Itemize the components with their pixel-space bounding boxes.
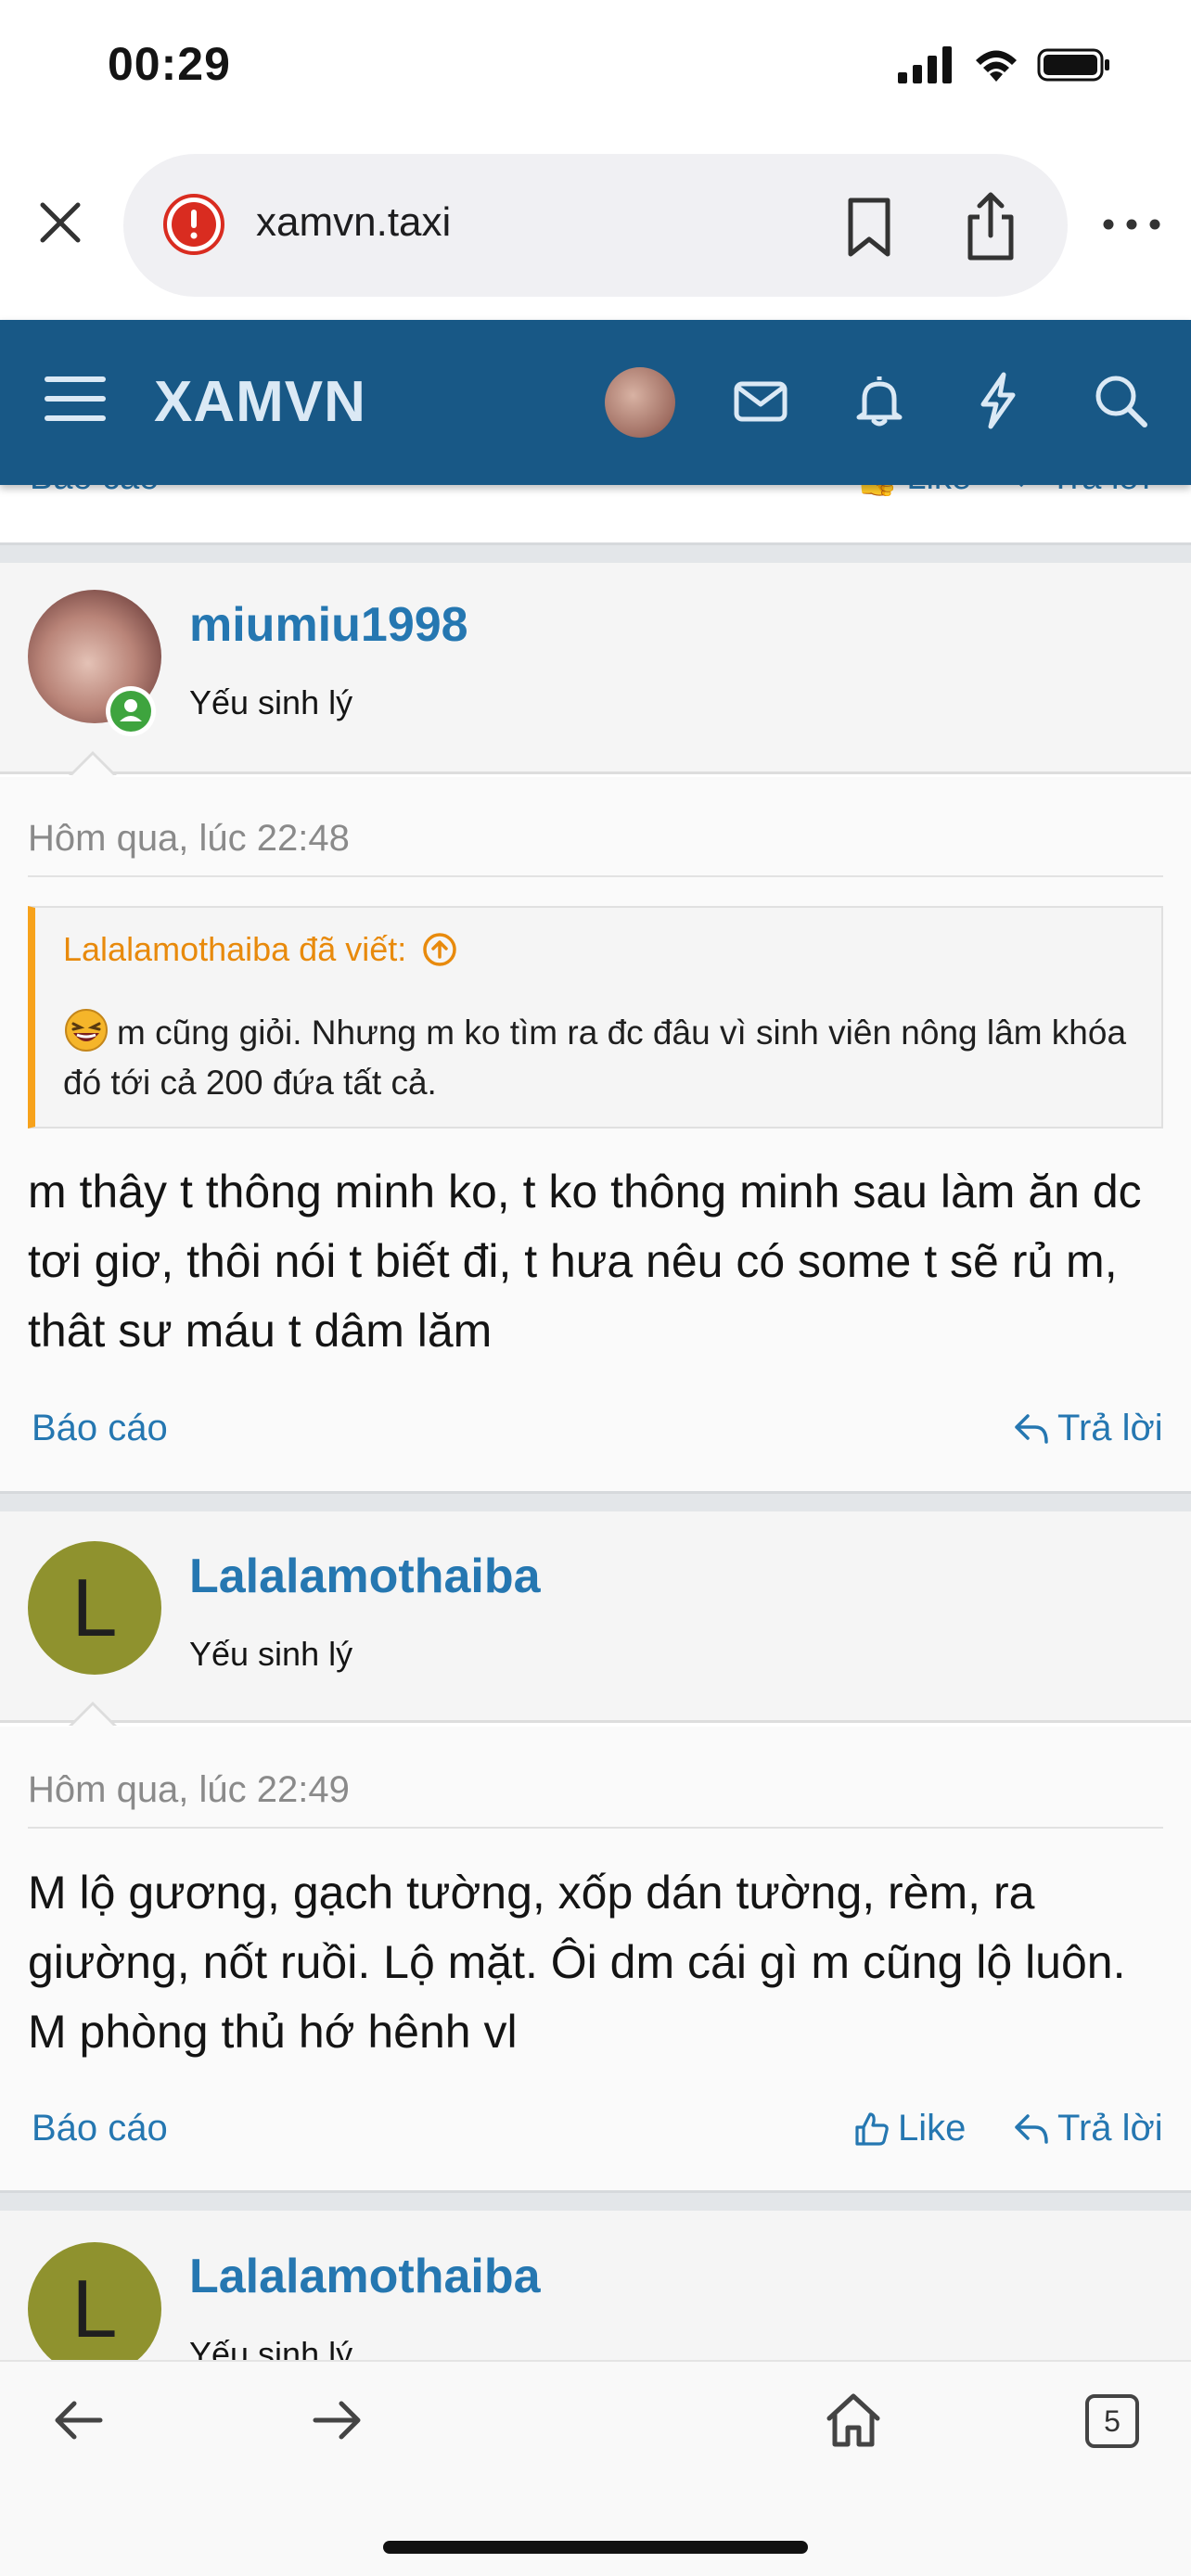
reply-icon	[1015, 1413, 1048, 1444]
tabs-button[interactable]: 5	[1085, 2394, 1139, 2448]
account-avatar[interactable]	[605, 367, 675, 438]
home-icon[interactable]	[824, 2391, 883, 2450]
post-header	[0, 563, 1191, 774]
warning-icon[interactable]	[162, 193, 225, 256]
username[interactable]: Lalalamothaiba	[189, 1549, 541, 1604]
avatar[interactable]: L	[28, 1541, 161, 1675]
reply-label: Trả lời	[1057, 2108, 1163, 2149]
report-link[interactable]: Báo cáo	[32, 2108, 168, 2149]
bell-icon[interactable]	[850, 371, 909, 430]
inbox-icon[interactable]	[731, 371, 790, 430]
reply-icon	[1015, 2113, 1048, 2144]
post-separator	[0, 2190, 1191, 2211]
more-icon[interactable]	[1099, 206, 1164, 243]
battery-icon	[1037, 48, 1109, 82]
username[interactable]: miumiu1998	[189, 597, 468, 653]
date-divider	[28, 1827, 1163, 1829]
online-status-icon	[106, 686, 156, 736]
menu-icon[interactable]	[45, 371, 106, 427]
bookmark-icon[interactable]	[839, 195, 899, 260]
arrow-up-circle-icon	[423, 933, 456, 966]
search-icon[interactable]	[1091, 371, 1150, 430]
close-icon	[40, 202, 81, 243]
post-header	[0, 1511, 1191, 1723]
post-message: m thây t thông minh ko, t ko thông minh …	[28, 1166, 1142, 1357]
url-text[interactable]: xamvn.taxi	[256, 199, 451, 246]
username[interactable]: Lalalamothaiba	[189, 2249, 541, 2304]
like-button[interactable]: Like	[853, 2108, 966, 2149]
quote-author[interactable]: Lalalamothaiba đã viết:	[63, 930, 458, 969]
post-separator	[0, 542, 1191, 563]
laughing-emoji-icon	[65, 1009, 108, 1052]
user-title: Yếu sinh lý	[189, 1635, 353, 1673]
home-indicator	[383, 2541, 808, 2554]
wifi-icon	[976, 50, 1017, 82]
share-icon[interactable]	[961, 189, 1020, 263]
signal-icon	[898, 46, 952, 83]
thumbs-up-icon	[855, 2111, 889, 2146]
report-label: Báo cáo	[32, 2108, 168, 2149]
reply-button[interactable]: Trả lời	[1013, 1408, 1163, 1449]
site-logo[interactable]: XAMVN	[154, 369, 366, 435]
post-date[interactable]: Hôm qua, lúc 22:49	[28, 1769, 350, 1811]
back-icon[interactable]	[50, 2397, 106, 2443]
avatar[interactable]: L	[28, 2242, 161, 2376]
report-label: Báo cáo	[32, 1408, 168, 1448]
forward-icon[interactable]	[310, 2397, 365, 2443]
reply-label: Trả lời	[1057, 1408, 1163, 1448]
header-pointer-fill	[70, 1705, 115, 1728]
header-pointer-fill	[70, 755, 115, 777]
reply-button[interactable]: Trả lời	[1013, 2108, 1163, 2149]
post-body	[0, 777, 1191, 1491]
date-divider	[28, 875, 1163, 877]
status-icons	[898, 46, 1111, 83]
quote-text: m cũng giỏi. Nhưng m ko tìm ra đc đâu vì…	[63, 1008, 1139, 1108]
status-time: 00:29	[108, 38, 231, 90]
bolt-icon[interactable]	[968, 371, 1028, 430]
report-link[interactable]: Báo cáo	[32, 1408, 168, 1449]
close-button[interactable]	[28, 190, 93, 255]
post-date[interactable]: Hôm qua, lúc 22:48	[28, 818, 350, 860]
user-title: Yếu sinh lý	[189, 683, 353, 721]
quote-author-label: Lalalamothaiba đã viết:	[63, 930, 407, 968]
post-message: M lộ gương, gạch tường, xốp dán tường, r…	[28, 1867, 1126, 2058]
post-separator	[0, 1491, 1191, 1511]
like-label: Like	[898, 2108, 967, 2149]
quote-body: m cũng giỏi. Nhưng m ko tìm ra đc đâu vì…	[63, 1014, 1127, 1102]
